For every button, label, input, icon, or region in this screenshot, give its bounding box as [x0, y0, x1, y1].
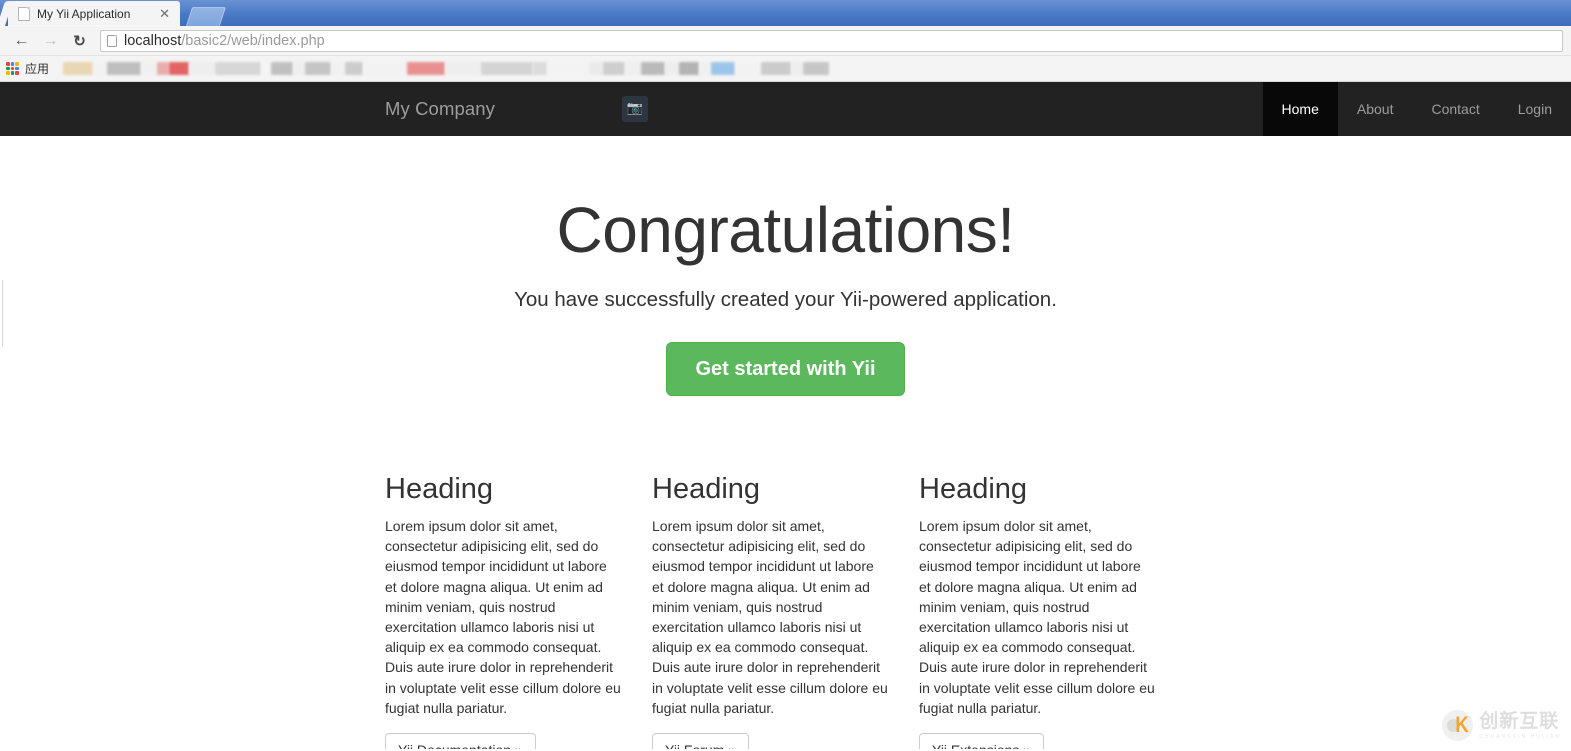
feature-heading: Heading: [919, 473, 1028, 505]
browser-window: My Yii Application ✕ ← → ↻ localhost/bas…: [0, 0, 1571, 751]
feature-body: Lorem ipsum dolor sit amet, consectetur …: [652, 517, 888, 716]
navbar-menu: Home About Contact Login: [1262, 82, 1571, 136]
navbar-brand[interactable]: My Company: [385, 82, 495, 136]
nav-item-contact[interactable]: Contact: [1412, 82, 1498, 136]
circle-k-logo-icon: K: [1442, 710, 1474, 741]
bookmark-item[interactable]: [625, 62, 642, 75]
bookmark-item[interactable]: [293, 62, 306, 75]
close-icon[interactable]: ✕: [155, 7, 174, 20]
bookmark-item[interactable]: [533, 62, 548, 75]
apps-grid-icon[interactable]: [6, 62, 19, 75]
feature-heading: Heading: [652, 473, 761, 505]
bookmark-item[interactable]: [215, 62, 262, 75]
bookmark-item[interactable]: [589, 62, 604, 75]
reload-icon[interactable]: ↻: [66, 29, 93, 53]
bookmark-item[interactable]: [331, 62, 346, 75]
feature-link-button[interactable]: Yii Extensions »: [919, 732, 1045, 749]
forward-arrow-icon[interactable]: →: [37, 29, 64, 53]
page-subtitle: You have successfully created your Yii-p…: [514, 288, 1057, 311]
bookmark-item[interactable]: [345, 62, 364, 75]
feature-column: Heading Lorem ipsum dolor sit amet, conse…: [919, 473, 1186, 749]
jumbotron: Congratulations! You have successfully c…: [0, 136, 1571, 396]
watermark-subtext: CHUANGXIN HULIAN: [1479, 733, 1561, 740]
browser-tab-title: My Yii Application: [37, 6, 131, 21]
nav-item-about[interactable]: About: [1338, 82, 1413, 136]
bookmark-item[interactable]: [641, 62, 666, 75]
feature-columns: Heading Lorem ipsum dolor sit amet, conse…: [0, 473, 1571, 749]
bookmark-item[interactable]: [407, 62, 446, 75]
blurred-bookmark-items[interactable]: [63, 59, 830, 79]
browser-toolbar: ← → ↻ localhost/basic2/web/index.php: [0, 26, 1571, 56]
bookmark-item[interactable]: [735, 62, 762, 75]
back-arrow-icon[interactable]: ←: [8, 29, 35, 53]
feature-link-button[interactable]: Yii Forum »: [652, 732, 750, 749]
new-tab-icon[interactable]: [185, 7, 227, 26]
site-navbar: My Company 📷 Home About Contact Login: [0, 82, 1571, 136]
bookmark-item[interactable]: [261, 62, 272, 75]
get-started-button[interactable]: Get started with Yii: [666, 342, 905, 396]
bookmark-item[interactable]: [445, 62, 482, 75]
bookmark-item[interactable]: [603, 62, 626, 75]
bookmark-item[interactable]: [791, 62, 804, 75]
broken-image-icon: 📷: [621, 96, 648, 122]
page-icon: [18, 6, 30, 21]
bookmarks-bar: 应用: [0, 56, 1571, 82]
page-left-rule: [2, 280, 3, 346]
bookmark-item[interactable]: [761, 62, 792, 75]
feature-column: Heading Lorem ipsum dolor sit amet, conse…: [385, 473, 652, 749]
address-bar-path: /basic2/web/index.php: [181, 32, 325, 49]
nav-item-home[interactable]: Home: [1262, 82, 1338, 136]
navbar-brand-wrap: My Company 📷: [385, 82, 648, 136]
feature-body: Lorem ipsum dolor sit amet, consectetur …: [919, 517, 1155, 716]
browser-tab[interactable]: My Yii Application ✕: [8, 1, 180, 26]
bookmark-item[interactable]: [699, 62, 712, 75]
bookmark-item[interactable]: [141, 62, 158, 75]
page-info-icon[interactable]: [107, 34, 117, 47]
nav-item-login[interactable]: Login: [1499, 82, 1571, 136]
bookmark-item[interactable]: [547, 62, 590, 75]
browser-tab-strip: My Yii Application ✕: [0, 0, 1571, 26]
bookmark-item[interactable]: [665, 62, 680, 75]
feature-link-button[interactable]: Yii Documentation »: [385, 732, 536, 749]
bookmark-item[interactable]: [271, 62, 294, 75]
bookmark-item[interactable]: [63, 62, 94, 75]
bookmark-item[interactable]: [711, 62, 736, 75]
apps-label[interactable]: 应用: [25, 60, 49, 77]
page-title: Congratulations!: [556, 194, 1015, 266]
feature-column: Heading Lorem ipsum dolor sit amet, conse…: [652, 473, 919, 749]
bookmark-item[interactable]: [481, 62, 534, 75]
watermark: K 创新互联 CHUANGXIN HULIAN: [1442, 710, 1561, 741]
bookmark-item[interactable]: [363, 62, 408, 75]
bookmark-item[interactable]: [189, 62, 216, 75]
bookmark-item[interactable]: [169, 62, 190, 75]
bookmark-item[interactable]: [305, 62, 332, 75]
page-viewport: My Company 📷 Home About Contact Login Congr…: [0, 82, 1571, 749]
feature-heading: Heading: [385, 473, 494, 505]
bookmark-item[interactable]: [803, 62, 830, 75]
address-bar[interactable]: localhost/basic2/web/index.php: [100, 29, 1563, 52]
bookmark-item[interactable]: [157, 62, 170, 75]
address-bar-host: localhost: [124, 32, 182, 49]
feature-body: Lorem ipsum dolor sit amet, consectetur …: [385, 517, 621, 716]
watermark-logo-letter: K: [1455, 712, 1469, 737]
watermark-text: 创新互联: [1479, 709, 1560, 732]
address-bar-url: localhost/basic2/web/index.php: [124, 33, 325, 49]
bookmark-item[interactable]: [679, 62, 700, 75]
bookmark-item[interactable]: [93, 62, 108, 75]
bookmark-item[interactable]: [107, 62, 142, 75]
